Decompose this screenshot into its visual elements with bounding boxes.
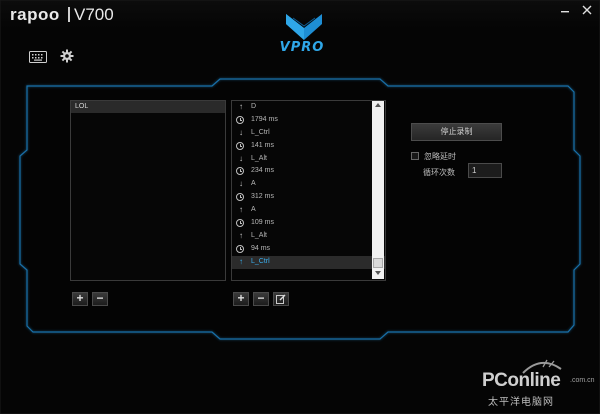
event-list-scrollbar[interactable]	[372, 101, 384, 279]
event-row[interactable]: ↑ A	[232, 204, 385, 217]
loop-count-label: 循环次数	[423, 168, 455, 177]
event-row[interactable]: 1794 ms	[232, 114, 385, 127]
event-row[interactable]: ↓ L_Ctrl	[232, 127, 385, 140]
keyboard-settings-button[interactable]	[29, 50, 49, 64]
brand-separator	[68, 7, 70, 22]
delay-clock-icon	[236, 115, 244, 124]
event-label: 1794 ms	[251, 115, 278, 123]
macro-event-list[interactable]: ↑ D 1794 ms ↓ L_Ctrl 141 ms ↓ L_Alt 234 ms ↓ A 312 …	[231, 100, 386, 281]
event-label: A	[251, 206, 256, 214]
watermark-suffix: .com.cn	[570, 377, 595, 384]
event-label: L_Ctrl	[251, 128, 270, 136]
remove-event-button[interactable]: −	[253, 292, 269, 306]
add-macro-button[interactable]: +	[72, 292, 88, 306]
event-row[interactable]: 234 ms	[232, 165, 385, 178]
key-down-arrow-icon: ↓	[239, 153, 243, 163]
event-row[interactable]: ↑ L_Alt	[232, 230, 385, 243]
scroll-thumb[interactable]	[373, 258, 383, 268]
scroll-up-icon	[375, 103, 381, 107]
event-label: L_Alt	[251, 231, 267, 239]
loop-count-input[interactable]: 1	[468, 163, 502, 178]
key-down-arrow-icon: ↓	[239, 179, 243, 189]
event-row[interactable]: 94 ms	[232, 243, 385, 256]
event-label: L_Ctrl	[251, 257, 270, 265]
minimize-icon	[561, 11, 569, 13]
brand-name: rapoo	[10, 5, 60, 24]
close-button[interactable]	[578, 3, 596, 19]
key-up-arrow-icon: ↑	[239, 102, 243, 111]
key-up-arrow-icon: ↑	[239, 256, 243, 266]
gear-icon	[60, 49, 74, 63]
event-row[interactable]: 312 ms	[232, 191, 385, 204]
ignore-delay-label: 忽略延时	[424, 152, 456, 161]
minimize-button[interactable]	[556, 3, 574, 19]
logo-text: VPRO	[279, 40, 325, 55]
event-row[interactable]: ↓ A	[232, 178, 385, 191]
settings-button[interactable]	[60, 49, 80, 63]
stop-recording-button[interactable]: 停止录制	[411, 123, 502, 141]
delay-clock-icon	[236, 219, 244, 228]
event-label: 141 ms	[251, 141, 274, 149]
edit-event-button[interactable]	[273, 292, 289, 306]
event-label: 94 ms	[251, 244, 271, 252]
macro-list[interactable]: LOL	[70, 100, 226, 281]
key-up-arrow-icon: ↑	[239, 205, 243, 215]
event-label: L_Alt	[251, 154, 267, 162]
model-name: V700	[74, 5, 114, 24]
key-down-arrow-icon: ↓	[239, 127, 243, 137]
watermark-main: PConline	[482, 370, 561, 391]
event-label: 234 ms	[251, 167, 274, 175]
delay-clock-icon	[236, 167, 244, 176]
event-label: D	[251, 103, 257, 110]
remove-macro-button[interactable]: −	[92, 292, 108, 306]
ignore-delay-checkbox[interactable]	[411, 152, 419, 160]
scroll-down-icon	[375, 271, 381, 275]
delay-clock-icon	[236, 193, 244, 202]
event-row[interactable]: ↓ L_Alt	[232, 153, 385, 166]
delay-clock-icon	[236, 141, 244, 150]
event-row[interactable]: 109 ms	[232, 217, 385, 230]
add-event-button[interactable]: +	[233, 292, 249, 306]
scroll-up-button[interactable]	[372, 101, 384, 111]
event-label: 109 ms	[251, 219, 274, 227]
event-label: A	[251, 180, 256, 188]
keyboard-icon	[29, 51, 47, 63]
event-row[interactable]: 141 ms	[232, 140, 385, 153]
macro-editor-window: rapoo V700 VPRO LOL ↑ D 1794 ms ↓ L_Ctrl…	[0, 0, 600, 414]
event-row[interactable]: ↑ D	[232, 101, 385, 114]
key-up-arrow-icon: ↑	[239, 230, 243, 240]
edit-icon	[276, 294, 286, 304]
scroll-down-button[interactable]	[372, 269, 384, 279]
watermark-sub: 太平洋电脑网	[488, 397, 554, 408]
close-icon	[582, 5, 592, 15]
delay-clock-icon	[236, 244, 244, 253]
event-row[interactable]: ↑ L_Ctrl	[232, 255, 385, 269]
event-label: 312 ms	[251, 193, 274, 201]
macro-list-item[interactable]: LOL	[71, 101, 225, 113]
